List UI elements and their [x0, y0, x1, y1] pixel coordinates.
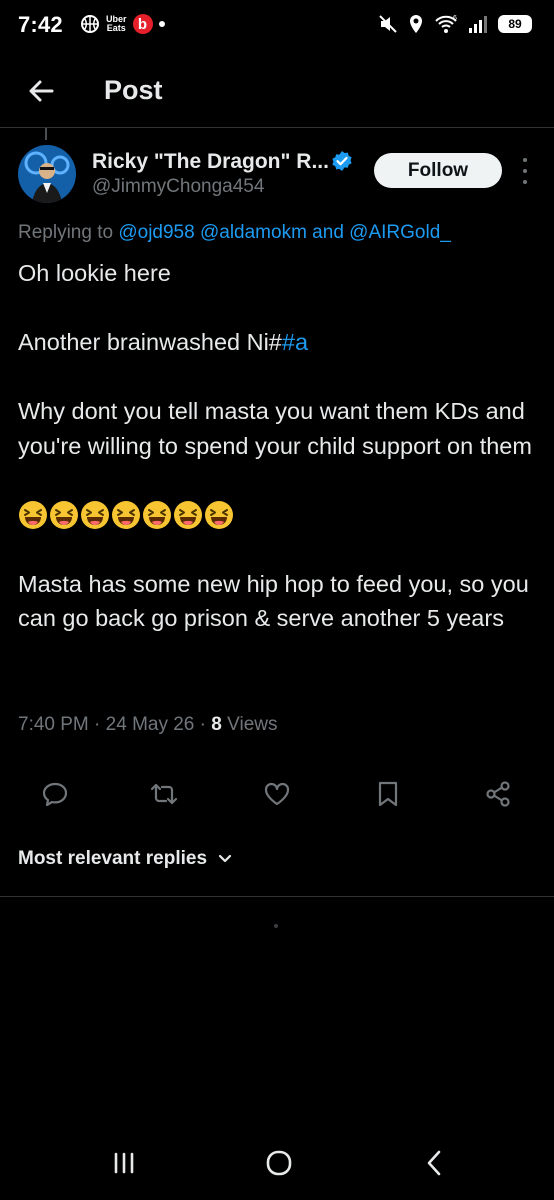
laughing-emoji-icon: [19, 500, 47, 529]
tweet-meta: 7:40 PM · 24 May 26 · 8 Views: [18, 714, 278, 735]
avatar[interactable]: [18, 145, 76, 203]
laughing-emoji-icon: [205, 500, 233, 529]
mention-link[interactable]: @aldamokm: [200, 222, 307, 243]
page-header: Post: [0, 56, 554, 128]
laughing-emoji-icon: [81, 500, 109, 529]
mention-link[interactable]: @AIRGold_: [349, 222, 451, 243]
beats-icon: b: [132, 14, 153, 34]
tweet-date: 24 May 26: [105, 714, 195, 735]
battery-icon: 89: [498, 15, 532, 33]
laughing-emoji-icon: [143, 500, 171, 529]
page-title: Post: [104, 75, 163, 105]
reply-icon[interactable]: [41, 780, 69, 808]
like-icon[interactable]: [263, 780, 291, 808]
verified-badge-icon: [332, 151, 352, 171]
notification-dot-icon: [158, 21, 165, 27]
divider: [0, 896, 554, 897]
repost-icon[interactable]: [150, 780, 178, 808]
emoji-row: [18, 498, 538, 533]
bookmark-icon[interactable]: [374, 780, 402, 808]
status-bar: 7:42 Uber Eats b 6 89: [0, 0, 554, 52]
loading-indicator: [274, 924, 278, 928]
back-arrow-icon[interactable]: [24, 74, 58, 108]
replies-sort-dropdown[interactable]: Most relevant replies: [18, 848, 233, 870]
share-icon[interactable]: [484, 780, 512, 808]
thread-connector: [45, 128, 47, 140]
tweet-text: Oh lookie here Another brainwashed Ni##a…: [18, 256, 538, 636]
replying-to: Replying to @ojd958 @aldamokm and @AIRGo…: [18, 222, 451, 243]
replies-sort-label: Most relevant replies: [18, 848, 208, 869]
system-navigation-bar: [0, 1130, 554, 1200]
avatar-image: [18, 145, 76, 203]
tweet-time: 7:40 PM: [18, 714, 89, 735]
hashtag-link[interactable]: #a: [282, 329, 308, 355]
laughing-emoji-icon: [112, 500, 140, 529]
chevron-down-icon: [218, 854, 232, 863]
author-name[interactable]: Ricky "The Dragon" R...: [92, 150, 329, 174]
signal-icon: [469, 16, 487, 33]
action-bar: [0, 770, 554, 818]
basketball-icon: [81, 15, 99, 33]
laughing-emoji-icon: [50, 500, 78, 529]
home-icon[interactable]: [259, 1146, 299, 1180]
mention-link[interactable]: @ojd958: [118, 222, 194, 243]
author-handle[interactable]: @JimmyChonga454: [92, 176, 264, 198]
uber-eats-icon: Uber Eats: [106, 14, 127, 33]
network-type: 6: [453, 15, 457, 22]
more-options-icon[interactable]: [516, 158, 534, 184]
back-nav-icon[interactable]: [414, 1146, 454, 1180]
views-count[interactable]: 8: [211, 714, 222, 735]
mute-icon: [379, 15, 397, 33]
location-icon: [410, 15, 422, 33]
wifi-icon: 6: [435, 15, 457, 33]
laughing-emoji-icon: [174, 500, 202, 529]
status-time: 7:42: [18, 12, 63, 37]
follow-button[interactable]: Follow: [374, 153, 502, 188]
recent-apps-icon[interactable]: [104, 1146, 144, 1180]
